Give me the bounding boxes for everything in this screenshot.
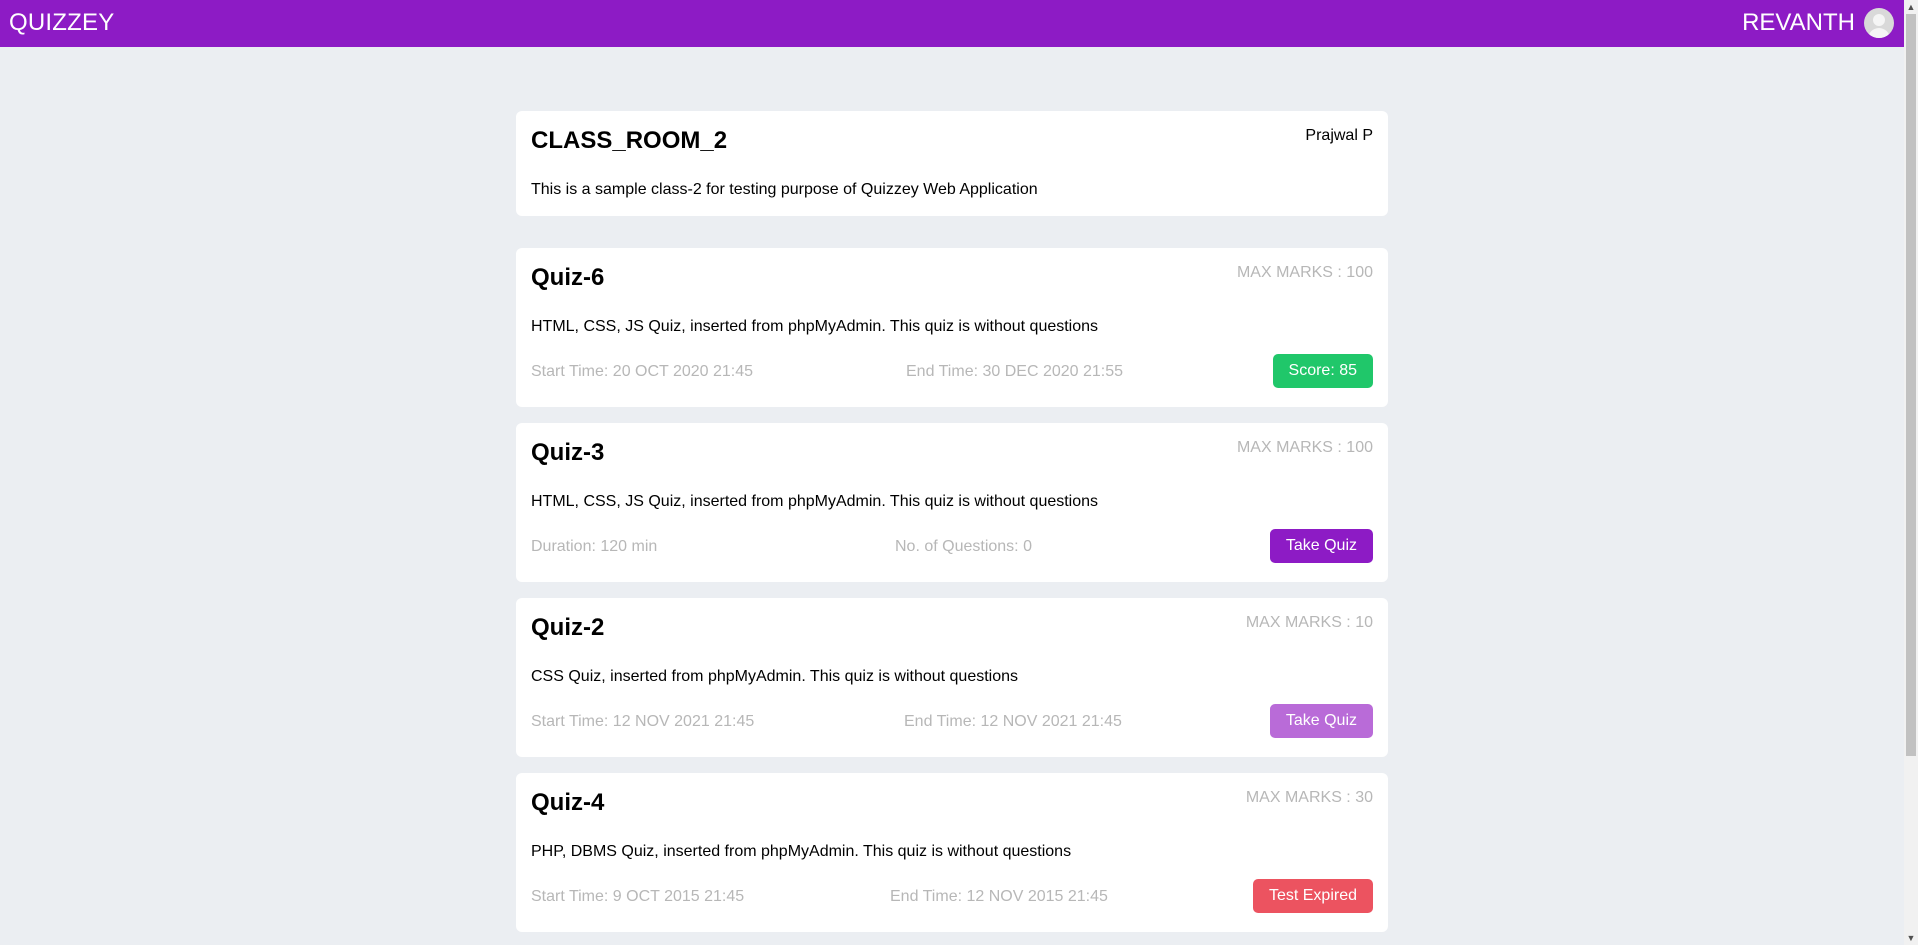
test-expired-button[interactable]: Test Expired [1252,879,1373,913]
quiz-max-marks: MAX MARKS : 10 [1245,614,1373,631]
quiz-title: Quiz-6 [531,264,605,291]
brand-logo[interactable]: QUIZZEY [9,9,114,37]
quiz-card: Quiz-2 MAX MARKS : 10 CSS Quiz, inserted… [516,598,1388,757]
quiz-description: HTML, CSS, JS Quiz, inserted from phpMyA… [531,493,1099,510]
take-quiz-button[interactable]: Take Quiz [1269,529,1373,563]
user-menu[interactable]: REVANTH [1742,8,1894,38]
quiz-card: Quiz-4 MAX MARKS : 30 PHP, DBMS Quiz, in… [516,773,1388,932]
take-quiz-button[interactable]: Take Quiz [1269,704,1373,738]
quiz-end-time: End Time: 30 DEC 2020 21:55 [906,363,1124,380]
scroll-up-icon[interactable]: ▲ [1904,0,1918,14]
quiz-duration: Duration: 120 min [531,538,658,555]
quiz-question-count: No. of Questions: 0 [895,538,1032,555]
quiz-max-marks: MAX MARKS : 100 [1236,439,1373,456]
classroom-card: CLASS_ROOM_2 Prajwal P This is a sample … [516,111,1388,216]
classroom-title: CLASS_ROOM_2 [531,127,728,154]
scroll-down-icon[interactable]: ▼ [1904,931,1918,945]
quiz-description: CSS Quiz, inserted from phpMyAdmin. This… [531,668,1019,685]
vertical-scrollbar[interactable]: ▲ ▼ [1904,0,1918,945]
quiz-card: Quiz-6 MAX MARKS : 100 HTML, CSS, JS Qui… [516,248,1388,407]
quiz-start-time: Start Time: 20 OCT 2020 21:45 [531,363,754,380]
quiz-max-marks: MAX MARKS : 100 [1236,264,1373,281]
quiz-title: Quiz-3 [531,439,605,466]
quiz-start-time: Start Time: 9 OCT 2015 21:45 [531,888,745,905]
username[interactable]: REVANTH [1742,9,1855,37]
quiz-title: Quiz-2 [531,614,605,641]
top-navbar: QUIZZEY REVANTH [0,0,1904,47]
quiz-start-time: Start Time: 12 NOV 2021 21:45 [531,713,755,730]
quiz-description: PHP, DBMS Quiz, inserted from phpMyAdmin… [531,843,1072,860]
quiz-end-time: End Time: 12 NOV 2021 21:45 [904,713,1122,730]
scrollbar-thumb[interactable] [1906,14,1916,756]
avatar-icon[interactable] [1864,8,1894,38]
quiz-end-time: End Time: 12 NOV 2015 21:45 [890,888,1108,905]
score-button[interactable]: Score: 85 [1272,354,1373,388]
quiz-card: Quiz-3 MAX MARKS : 100 HTML, CSS, JS Qui… [516,423,1388,582]
quiz-description: HTML, CSS, JS Quiz, inserted from phpMyA… [531,318,1099,335]
quiz-max-marks: MAX MARKS : 30 [1245,789,1373,806]
quiz-title: Quiz-4 [531,789,605,816]
classroom-owner: Prajwal P [1305,127,1373,144]
classroom-description: This is a sample class-2 for testing pur… [531,181,1038,198]
